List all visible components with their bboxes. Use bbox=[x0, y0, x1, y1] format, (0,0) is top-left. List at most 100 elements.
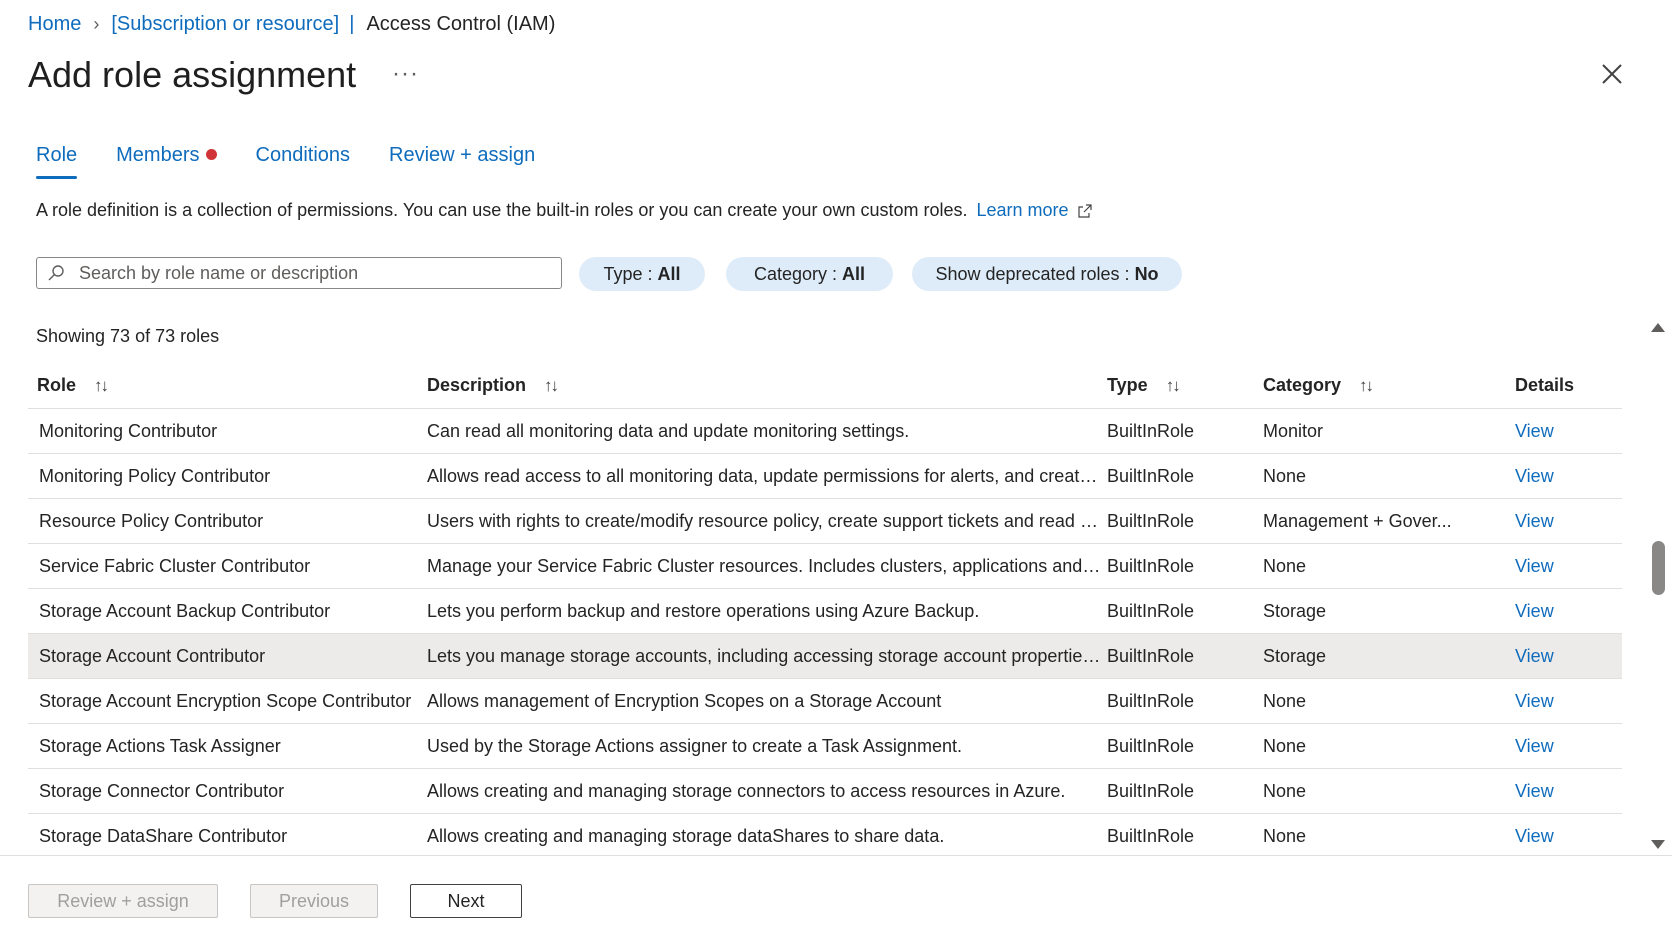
category-filter-pill[interactable]: Category : All bbox=[726, 257, 893, 291]
page-title: Add role assignment bbox=[28, 54, 357, 95]
view-details-link[interactable]: View bbox=[1515, 466, 1554, 486]
search-box bbox=[36, 257, 562, 289]
cell-category: None bbox=[1263, 465, 1307, 486]
cell-type: BuiltInRole bbox=[1107, 690, 1195, 711]
next-button[interactable]: Next bbox=[410, 884, 522, 918]
cell-description: Allows creating and managing storage dat… bbox=[427, 825, 945, 846]
breadcrumb-resource-link[interactable]: [Subscription or resource] bbox=[111, 13, 339, 36]
tab-conditions[interactable]: Conditions bbox=[256, 144, 351, 179]
view-details-link[interactable]: View bbox=[1515, 826, 1554, 846]
tab-role[interactable]: Role bbox=[36, 144, 78, 179]
roles-table: Role ↑↓ Description ↑↓ Type ↑↓ Category ↑↓ D… bbox=[28, 362, 1622, 859]
cell-category: None bbox=[1263, 825, 1307, 846]
header-role: Role ↑↓ bbox=[28, 375, 427, 396]
scroll-up-arrow-icon[interactable] bbox=[1651, 323, 1665, 332]
header-type-label: Type bbox=[1107, 374, 1148, 395]
cell-type: BuiltInRole bbox=[1107, 600, 1195, 621]
tab-role-label: Role bbox=[36, 144, 78, 166]
view-details-link[interactable]: View bbox=[1515, 511, 1554, 531]
cell-category: Storage bbox=[1263, 600, 1327, 621]
scrollbar-thumb[interactable] bbox=[1652, 541, 1665, 595]
review-assign-button[interactable]: Review + assign bbox=[28, 884, 218, 918]
view-details-link[interactable]: View bbox=[1515, 421, 1554, 441]
tab-members-label: Members bbox=[116, 144, 200, 166]
cell-role: Storage Account Encryption Scope Contrib… bbox=[39, 690, 412, 711]
tab-review-assign-label: Review + assign bbox=[389, 144, 536, 166]
cell-role: Storage Actions Task Assigner bbox=[39, 735, 281, 756]
search-input[interactable] bbox=[77, 261, 541, 285]
tab-members[interactable]: Members bbox=[116, 144, 217, 179]
cell-role: Monitoring Policy Contributor bbox=[39, 465, 271, 486]
tab-review-assign[interactable]: Review + assign bbox=[389, 144, 535, 179]
header-description: Description ↑↓ bbox=[427, 375, 1107, 396]
cell-type: BuiltInRole bbox=[1107, 735, 1195, 756]
more-options-icon[interactable]: ··· bbox=[392, 60, 419, 88]
table-row[interactable]: Storage Connector Contributor Allows cre… bbox=[28, 769, 1622, 814]
required-dot-icon bbox=[205, 149, 217, 161]
cell-role: Storage DataShare Contributor bbox=[39, 825, 288, 846]
deprecated-filter-pill[interactable]: Show deprecated roles : No bbox=[912, 257, 1182, 291]
header-description-label: Description bbox=[427, 374, 527, 395]
cell-category: Storage bbox=[1263, 645, 1327, 666]
cell-category: None bbox=[1263, 735, 1307, 756]
intro-text: A role definition is a collection of per… bbox=[36, 200, 1093, 221]
cell-description: Users with rights to create/modify resou… bbox=[427, 510, 1107, 531]
header-type: Type ↑↓ bbox=[1107, 375, 1263, 396]
view-details-link[interactable]: View bbox=[1515, 646, 1554, 666]
header-category: Category ↑↓ bbox=[1263, 375, 1515, 396]
cell-category: Management + Gover... bbox=[1263, 510, 1452, 531]
tab-bar: Role Members Conditions Review + assign bbox=[36, 144, 574, 179]
type-filter-label: Type : bbox=[603, 263, 653, 284]
header-role-label: Role bbox=[37, 374, 77, 395]
type-filter-pill[interactable]: Type : All bbox=[579, 257, 705, 291]
breadcrumb-divider: | bbox=[349, 13, 355, 35]
category-filter-label: Category : bbox=[753, 263, 838, 284]
view-details-link[interactable]: View bbox=[1515, 691, 1554, 711]
previous-button[interactable]: Previous bbox=[250, 884, 378, 918]
view-details-link[interactable]: View bbox=[1515, 601, 1554, 621]
tab-conditions-label: Conditions bbox=[255, 144, 351, 166]
external-link-icon bbox=[1077, 203, 1092, 218]
table-row[interactable]: Monitoring Contributor Can read all moni… bbox=[28, 409, 1622, 454]
cell-type: BuiltInRole bbox=[1107, 825, 1195, 846]
deprecated-filter-value: No bbox=[1134, 263, 1159, 284]
cell-category: None bbox=[1263, 555, 1307, 576]
table-row[interactable]: Resource Policy Contributor Users with r… bbox=[28, 499, 1622, 544]
table-row-selected[interactable]: Storage Account Contributor Lets you man… bbox=[28, 634, 1622, 679]
sort-icon[interactable]: ↑↓ bbox=[94, 376, 109, 396]
cell-role: Service Fabric Cluster Contributor bbox=[39, 555, 311, 576]
sort-icon[interactable]: ↑↓ bbox=[1166, 376, 1181, 396]
table-row[interactable]: Storage Actions Task Assigner Used by th… bbox=[28, 724, 1622, 769]
breadcrumb-home-link[interactable]: Home bbox=[28, 13, 81, 36]
table-row[interactable]: Monitoring Policy Contributor Allows rea… bbox=[28, 454, 1622, 499]
cell-type: BuiltInRole bbox=[1107, 465, 1195, 486]
table-row[interactable]: Storage DataShare Contributor Allows cre… bbox=[28, 814, 1622, 859]
cell-type: BuiltInRole bbox=[1107, 645, 1195, 666]
table-row[interactable]: Service Fabric Cluster Contributor Manag… bbox=[28, 544, 1622, 589]
results-count: Showing 73 of 73 roles bbox=[36, 326, 220, 346]
learn-more-link[interactable]: Learn more bbox=[977, 200, 1069, 221]
sort-icon[interactable]: ↑↓ bbox=[1359, 376, 1374, 396]
cell-category: Monitor bbox=[1263, 420, 1324, 441]
cell-description: Used by the Storage Actions assigner to … bbox=[427, 735, 962, 756]
cell-description: Lets you manage storage accounts, includ… bbox=[427, 645, 1107, 666]
cell-role: Monitoring Contributor bbox=[39, 420, 218, 441]
view-details-link[interactable]: View bbox=[1515, 781, 1554, 801]
cell-role: Storage Account Backup Contributor bbox=[39, 600, 331, 621]
view-details-link[interactable]: View bbox=[1515, 556, 1554, 576]
cell-description: Can read all monitoring data and update … bbox=[427, 420, 910, 441]
cell-description: Manage your Service Fabric Cluster resou… bbox=[427, 555, 1107, 576]
intro-description: A role definition is a collection of per… bbox=[36, 200, 968, 220]
cell-role: Resource Policy Contributor bbox=[39, 510, 264, 531]
close-icon[interactable] bbox=[1600, 62, 1624, 86]
table-row[interactable]: Storage Account Encryption Scope Contrib… bbox=[28, 679, 1622, 724]
table-row[interactable]: Storage Account Backup Contributor Lets … bbox=[28, 589, 1622, 634]
search-icon bbox=[48, 265, 64, 281]
header-details-label: Details bbox=[1515, 374, 1575, 395]
cell-role: Storage Account Contributor bbox=[39, 645, 266, 666]
table-header: Role ↑↓ Description ↑↓ Type ↑↓ Category ↑↓ D… bbox=[28, 362, 1622, 409]
scroll-down-arrow-icon[interactable] bbox=[1651, 840, 1665, 849]
view-details-link[interactable]: View bbox=[1515, 736, 1554, 756]
cell-description: Allows creating and managing storage con… bbox=[427, 780, 1066, 801]
sort-icon[interactable]: ↑↓ bbox=[544, 376, 559, 396]
